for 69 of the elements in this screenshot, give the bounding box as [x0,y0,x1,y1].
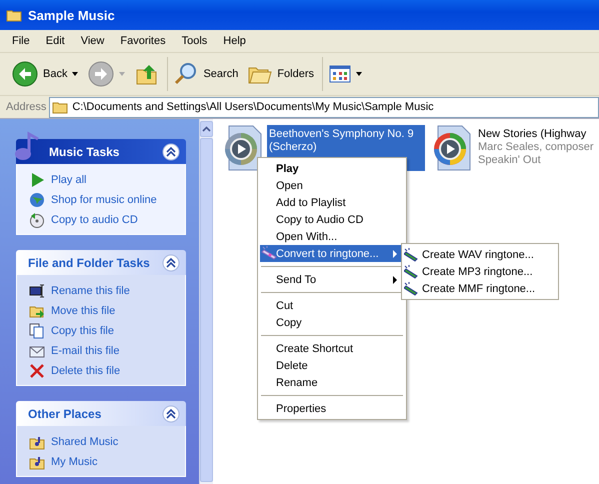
task-link[interactable]: Copy this file [51,325,114,337]
collapse-icon[interactable] [162,404,180,422]
menu-item[interactable]: Delete [260,357,404,374]
views-icon [329,65,352,83]
menu-item[interactable]: Open [260,177,404,194]
folders-button[interactable]: Folders [244,57,324,91]
submenu-arrow-icon [393,250,398,258]
menu-item[interactable]: Properties [260,400,404,417]
collapse-icon[interactable] [162,142,180,160]
menu-item[interactable]: Send To [260,271,404,288]
menu-item[interactable]: Edit [38,35,73,47]
caret-icon [72,72,78,76]
copy-icon [29,323,45,339]
task-link[interactable]: Move this file [51,305,116,317]
music-note-icon [14,131,40,161]
music-folder-icon [29,434,45,450]
menu-item[interactable]: Cut [260,297,404,314]
folder-up-icon [135,62,160,86]
folder-icon [52,100,68,114]
menu-item[interactable]: Help [215,35,254,47]
menu-item[interactable]: Create Shortcut [260,340,404,357]
menu-item[interactable]: Copy to Audio CD [260,211,404,228]
panel-header[interactable]: File and Folder Tasks [16,250,186,275]
task-link[interactable]: Shared Music [51,436,118,448]
task-link[interactable]: Shop for music online [51,194,157,206]
menu-item[interactable]: Copy [260,314,404,331]
window-title: Sample Music [28,8,115,22]
collapse-icon[interactable] [162,254,180,272]
submenu-arrow-icon [393,276,398,284]
address-field[interactable]: C:\Documents and Settings\All Users\Documents\My Music\Sample Music [49,96,599,118]
menu-item[interactable]: View [72,35,112,47]
search-button[interactable]: Search [170,57,242,91]
task-link[interactable]: Copy to audio CD [51,214,138,226]
panel-header[interactable]: Music Tasks [16,139,186,164]
task-link[interactable]: E-mail this file [51,345,120,357]
panel-title: Other Places [28,406,102,420]
search-icon [174,62,198,86]
menu-item[interactable]: Convert to ringtone... [260,245,404,262]
address-path: C:\Documents and Settings\All Users\Documents\My Music\Sample Music [72,101,434,113]
menu-item[interactable]: Create WAV ringtone... [404,246,556,263]
play-icon [29,172,45,188]
folder-icon [6,8,22,22]
music-folder-icon [29,454,45,470]
globe-icon [29,192,45,208]
caret-icon [119,72,126,76]
panel-title: File and Folder Tasks [28,256,150,270]
menu-item[interactable]: Create MMF ringtone... [404,280,556,297]
menu-item[interactable]: Create MP3 ringtone... [404,263,556,280]
rename-icon [29,283,45,299]
caret-up-icon [202,126,211,132]
panel-header[interactable]: Other Places [16,401,186,426]
menu-item[interactable]: File [4,35,38,47]
menu-item[interactable]: Rename [260,374,404,391]
cd-icon [29,212,45,228]
panel-title: Music Tasks [49,144,120,158]
menu-item[interactable]: Tools [174,35,216,47]
task-link[interactable]: My Music [51,456,98,468]
task-link[interactable]: Rename this file [51,285,130,297]
menu-item[interactable]: Favorites [112,35,174,47]
menu-item[interactable]: Open With... [260,228,404,245]
address-label: Address [6,101,46,113]
back-button[interactable]: Back [8,57,82,91]
scroll-up-button[interactable] [200,121,213,137]
task-link[interactable]: Delete this file [51,365,120,377]
delete-icon [29,363,45,379]
caret-icon [356,72,362,76]
menu-item[interactable]: Add to Playlist [260,194,404,211]
file-label[interactable]: New Stories (Highway Marc Seales, composer Speakin' Out [476,125,599,183]
task-link[interactable]: Play all [51,174,86,186]
